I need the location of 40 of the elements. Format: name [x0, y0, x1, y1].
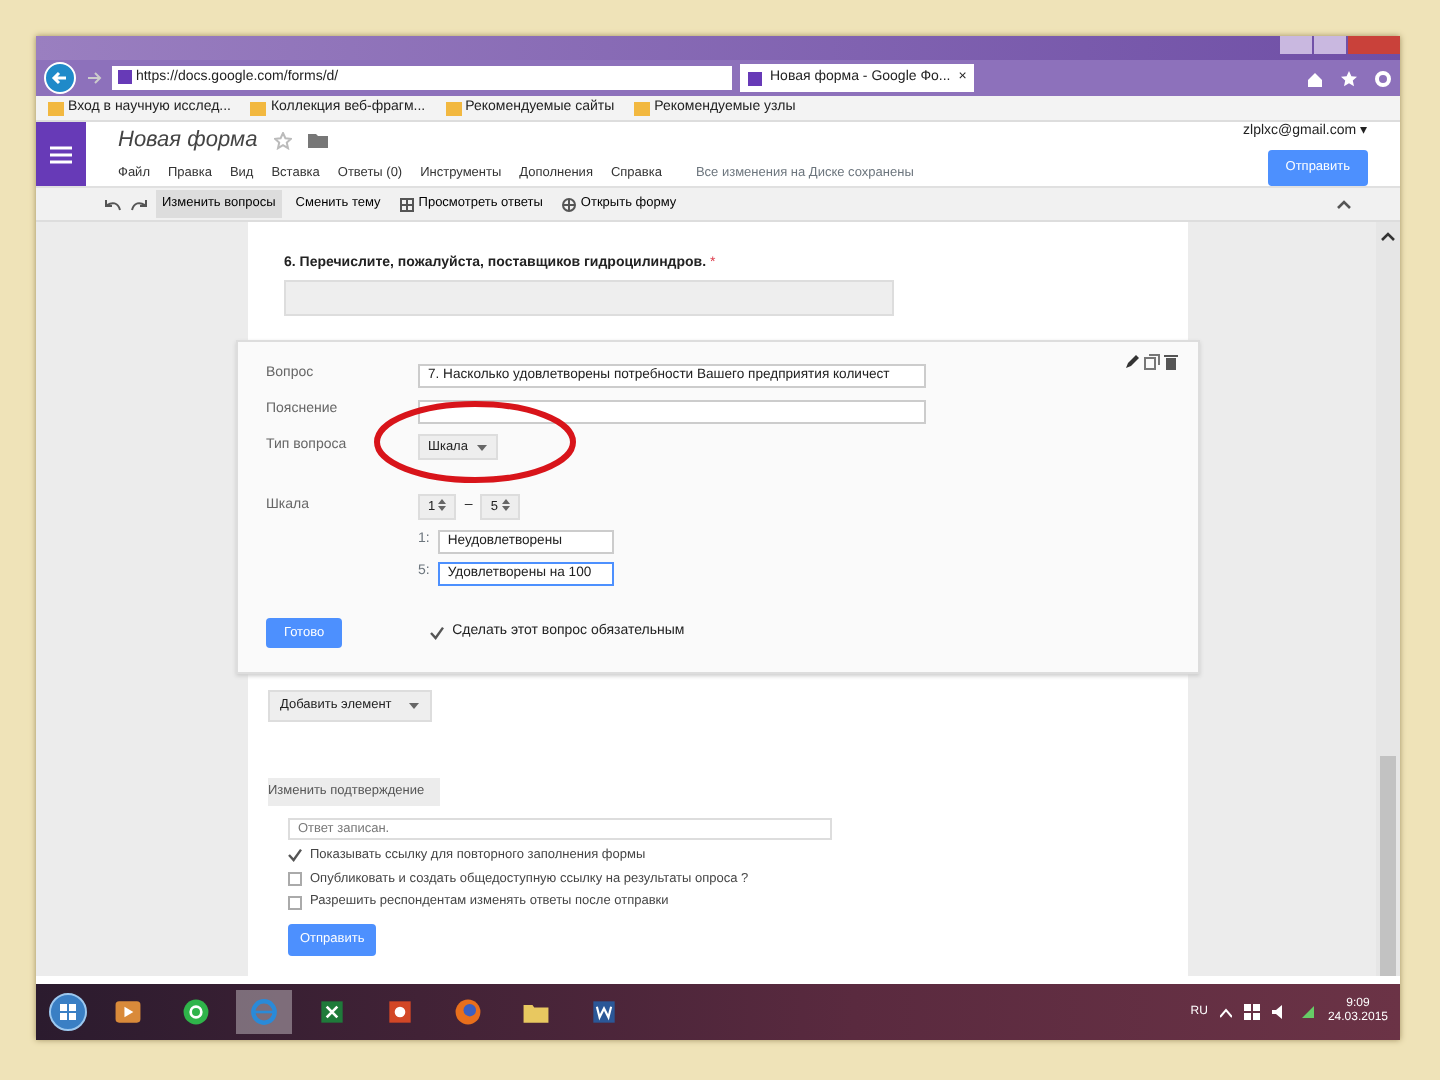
sheet-icon	[400, 197, 415, 211]
start-button[interactable]	[48, 992, 88, 1032]
checkbox[interactable]	[288, 895, 302, 910]
undo-icon[interactable]	[104, 197, 122, 211]
speaker-icon[interactable]	[1271, 1004, 1288, 1020]
star-icon[interactable]	[273, 131, 292, 150]
globe-icon	[562, 197, 577, 211]
spinner-arrows-icon[interactable]	[438, 498, 447, 513]
forward-icon[interactable]	[84, 68, 104, 88]
arrow-up-icon[interactable]	[1219, 1007, 1232, 1017]
folder-icon[interactable]	[307, 132, 328, 149]
checkbox[interactable]	[288, 871, 302, 886]
spinner-arrows-icon[interactable]	[501, 498, 510, 513]
caret-icon	[475, 443, 488, 451]
copy-icon[interactable]	[1144, 353, 1160, 369]
collapse-icon[interactable]	[1336, 198, 1352, 210]
bookmark-icon	[250, 101, 267, 115]
checkbox[interactable]	[288, 848, 302, 863]
network-icon[interactable]	[1299, 1004, 1316, 1020]
checkmark-icon	[288, 848, 302, 863]
form-title[interactable]: Новая форма	[118, 123, 258, 157]
page-icon	[748, 71, 762, 85]
scrollbar-thumb[interactable]	[1380, 756, 1396, 976]
back-button[interactable]	[44, 62, 76, 94]
scroll-up-icon[interactable]	[1380, 230, 1396, 242]
bookmark-icon	[445, 101, 462, 115]
bookmark-icon	[634, 101, 651, 115]
input-field[interactable]	[418, 399, 926, 423]
trash-icon[interactable]	[1164, 353, 1178, 369]
pencil-icon[interactable]	[1124, 353, 1140, 369]
bookmark-icon	[48, 101, 64, 115]
page-icon	[118, 69, 132, 84]
redo-icon[interactable]	[130, 197, 148, 211]
menu-icon[interactable]	[50, 145, 72, 163]
browser-icon	[248, 994, 280, 1030]
star-icon[interactable]	[1340, 69, 1358, 87]
checkbox[interactable]	[430, 625, 445, 640]
home-icon[interactable]	[1306, 69, 1324, 87]
checkmark-icon	[430, 625, 445, 640]
caret-icon	[407, 702, 420, 711]
